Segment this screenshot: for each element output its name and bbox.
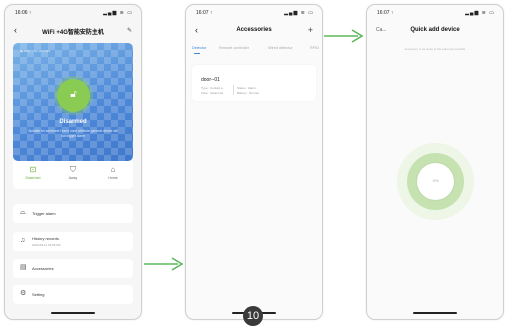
status-panel: ▣ 50% ⬚ No sim card 🔓︎ Disarmed Suitable… <box>13 43 133 161</box>
signal-wifi-battery-icon: ▂▄▆ ≋ ▭ <box>103 10 133 16</box>
nav-bar: ‹ WiFi +4G智能安防主机 ✎ <box>5 25 141 39</box>
status-time: 16:07 ↑ <box>377 10 394 16</box>
home-indicator <box>413 312 457 314</box>
history-label: History records <box>32 236 59 241</box>
edit-icon[interactable]: ✎ <box>127 27 132 34</box>
history-time: 2020-09-11 16:05 DR <box>32 243 61 247</box>
home-indicator <box>51 312 95 314</box>
phone-screen-accessories: 16:07 ↑ ▂▄▆ ≋ ▭ ‹ Accessories + Detector… <box>185 4 323 320</box>
add-icon[interactable]: + <box>308 25 313 35</box>
arrow-to-accessories <box>144 257 184 271</box>
mode-label: Home <box>108 176 118 180</box>
disarm-status-circle[interactable]: 🔓︎ <box>57 79 90 112</box>
active-tab-indicator <box>194 53 200 54</box>
phone-screen-home: 16:06 ↑ ▂▄▆ ≋ ▭ ‹ WiFi +4G智能安防主机 ✎ ▣ 50%… <box>4 4 142 320</box>
nav-bar: ‹ Accessories + <box>186 25 322 39</box>
trigger-alarm-label: Trigger alarm <box>32 211 56 216</box>
status-bar: 16:07 ↑ ▂▄▆ ≋ ▭ <box>377 10 495 18</box>
tab-remote-controller[interactable]: Remote controller <box>219 46 249 50</box>
mode-label: Away <box>68 176 78 180</box>
phone-screen-quick-add: 16:07 ↑ ▂▄▆ ≋ ▭ Ca... Quick add device a… <box>366 4 504 320</box>
accessories-label: Accessories <box>32 266 54 271</box>
mode-home-button[interactable]: ⌂ Home <box>93 165 133 180</box>
accessories-row[interactable]: ▤ Accessories <box>13 259 133 278</box>
setting-label: Setting <box>32 292 45 297</box>
setting-row[interactable]: ⚙ Setting <box>13 285 133 304</box>
progress-percent: 0% <box>432 178 439 183</box>
lock-icon: 🔓︎ <box>70 89 77 100</box>
mode-label: Disarmed <box>25 176 41 180</box>
status-time: 16:07 ↑ <box>196 10 213 16</box>
alarm-icon: ⌓ <box>20 209 26 216</box>
tab-wired-detector[interactable]: Wired detector <box>268 46 293 50</box>
bell-icon: ♫ <box>20 237 26 244</box>
unlock-icon: ⊡ <box>29 165 37 174</box>
device-type: Type : Contact s... <box>201 86 226 90</box>
shield-icon: ⛉ <box>70 165 76 174</box>
scan-progress-circle: 0% <box>417 163 454 200</box>
arm-state-description: Suitable for someone Home zone attribute… <box>28 129 118 138</box>
signal-wifi-battery-icon: ▂▄▆ ≋ ▭ <box>284 10 314 16</box>
status-bar: 16:06 ↑ ▂▄▆ ≋ ▭ <box>15 10 133 18</box>
tab-bar: Detector Remote controller Wired detecto… <box>186 43 322 55</box>
device-battery: Battery : Normal <box>237 91 259 95</box>
mode-away-button[interactable]: ⛉ Away <box>53 165 93 180</box>
home-icon: ⌂ <box>110 165 116 174</box>
arrow-to-quick-add <box>324 29 364 43</box>
accessories-icon: ▤ <box>20 264 27 271</box>
mode-selector: ⊡ Disarmed ⛉ Away ⌂ Home <box>13 161 133 189</box>
device-card[interactable]: door--01 Type : Contact s... Zone : Disa… <box>192 65 316 101</box>
signal-wifi-battery-icon: ▂▄▆ ≋ ▭ <box>465 10 495 16</box>
arm-state-label: Disarmed <box>59 119 87 125</box>
tab-detector[interactable]: Detector <box>192 46 206 50</box>
mode-disarmed-button[interactable]: ⊡ Disarmed <box>13 165 53 180</box>
field-divider <box>233 85 234 95</box>
history-records-row[interactable]: ♫ History records 2020-09-11 16:05 DR <box>13 232 133 251</box>
page-title: Quick add device <box>410 27 460 33</box>
page-title: Accessories <box>236 27 272 33</box>
status-time: 16:06 ↑ <box>15 10 32 16</box>
page-title: WiFi +4G智能安防主机 <box>42 30 104 36</box>
tab-rfid[interactable]: RFID <box>310 46 319 50</box>
gear-icon: ⚙ <box>20 290 27 297</box>
device-zone: Zone : Disarmed <box>201 91 224 95</box>
nav-bar: Ca... Quick add device <box>367 25 503 39</box>
device-name: door--01 <box>201 77 220 83</box>
trigger-alarm-row[interactable]: ⌓ Trigger alarm <box>13 204 133 223</box>
device-status: Status : Alarm <box>237 86 256 90</box>
device-info: ▣ 50% ⬚ No sim card <box>20 49 51 53</box>
instruction-text: accessory is as close to the panel as po… <box>404 47 466 51</box>
status-bar: 16:07 ↑ ▂▄▆ ≋ ▭ <box>196 10 314 18</box>
page-number: 10 <box>243 306 263 326</box>
